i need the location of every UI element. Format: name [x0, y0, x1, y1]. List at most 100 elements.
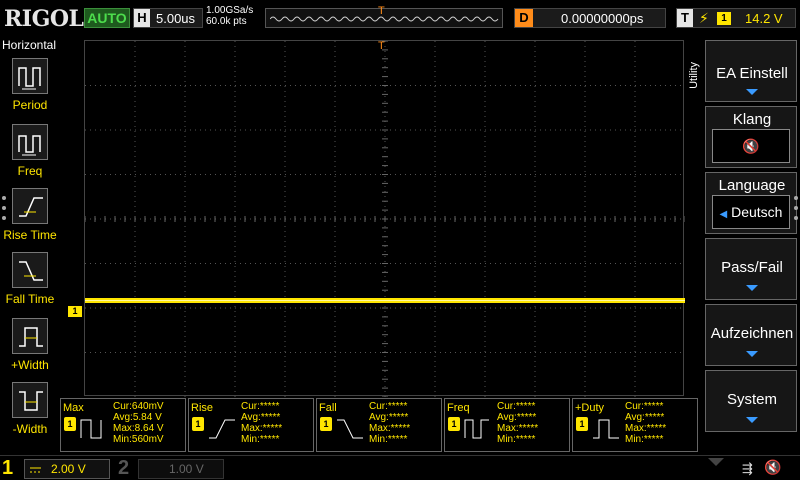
brand-logo: RIGOL	[4, 6, 84, 32]
freq-icon	[12, 124, 48, 160]
rise-time-icon	[12, 188, 48, 224]
measurement-values: Cur:***** Avg:***** Max:***** Min:*****	[625, 401, 666, 445]
menu-item-pos-width[interactable]: +Width	[0, 318, 60, 380]
mute-icon: 🔇	[764, 459, 782, 475]
measurement-name: Max	[63, 402, 84, 414]
channel-badge: 1	[320, 417, 332, 431]
menu-item-period[interactable]: Period	[0, 58, 60, 120]
utility-tab: Utility	[688, 62, 700, 89]
mute-icon: 🔇	[712, 129, 790, 163]
language-value: ◀ Deutsch	[712, 195, 790, 229]
measurement-pos-duty[interactable]: +Duty 1 Cur:***** Avg:***** Max:***** Mi…	[572, 398, 698, 452]
timebase-indicator[interactable]: H 5.00us	[133, 8, 203, 28]
trigger-position-marker-top[interactable]: T	[378, 40, 385, 52]
menu-item-fall-time[interactable]: Fall Time	[0, 252, 60, 314]
measurement-name: Fall	[319, 402, 337, 414]
value-min: Min:*****	[497, 434, 536, 445]
value-min: Min:*****	[625, 434, 664, 445]
timebase-value: 5.00us	[156, 11, 196, 26]
measurement-rise[interactable]: Rise 1 Cur:***** Avg:***** Max:***** Min…	[188, 398, 314, 452]
value-max: Max:*****	[241, 423, 283, 434]
usb-icon: ⇶	[742, 461, 753, 476]
chevron-down-icon	[746, 351, 758, 357]
measurement-values: Cur:***** Avg:***** Max:***** Min:*****	[497, 401, 538, 445]
menu-label: Freq	[17, 164, 43, 178]
value-min: Min:*****	[241, 434, 280, 445]
memory-waveform-icon	[270, 16, 499, 22]
measurement-max[interactable]: Max 1 Cur:640mV Avg:5.84 V Max:8.64 V Mi…	[60, 398, 186, 452]
value-min: Min:560mV	[113, 434, 164, 445]
period-icon	[12, 58, 48, 94]
channel-2-number[interactable]: 2	[118, 457, 129, 480]
button-label: Aufzeichnen	[710, 325, 794, 342]
button-label: Klang	[732, 111, 772, 128]
channel-1-number[interactable]: 1	[2, 457, 13, 480]
button-label: Language	[718, 177, 786, 194]
value-cur: Cur:*****	[497, 401, 536, 412]
utility-menu: EA Einstell Klang 🔇 Language ◀ Deutsch P…	[700, 38, 800, 453]
value-max: Max:*****	[369, 423, 411, 434]
menu-item-neg-width[interactable]: -Width	[0, 382, 60, 444]
dc-coupling-icon	[30, 467, 41, 473]
system-button[interactable]: System	[705, 370, 797, 432]
max-icon	[80, 419, 102, 439]
chevron-down-icon	[746, 89, 758, 95]
channel-1-offset-marker[interactable]: 1	[68, 306, 82, 317]
menu-label: -Width	[12, 422, 48, 436]
measure-menu: Horizontal Period Freq Rise Time Fall Ti…	[0, 38, 60, 453]
value-avg: Avg:5.84 V	[113, 412, 162, 423]
delay-value: 0.00000000ps	[561, 11, 644, 26]
channel-badge: 1	[192, 417, 204, 431]
pos-width-icon	[12, 318, 48, 354]
chevron-down-icon	[746, 417, 758, 423]
measurement-freq[interactable]: Freq 1 Cur:***** Avg:***** Max:***** Min…	[444, 398, 570, 452]
value-avg: Avg:*****	[241, 412, 281, 423]
sample-rate: 1.00GSa/s	[206, 5, 254, 16]
rise-time-icon	[209, 419, 235, 439]
channel-2-scale-value: 1.00 V	[169, 462, 204, 476]
menu-label: +Width	[11, 358, 49, 372]
duty-cycle-icon	[593, 419, 619, 439]
menu-item-freq[interactable]: Freq	[0, 124, 60, 186]
channel-badge: 1	[576, 417, 588, 431]
menu-item-rise-time[interactable]: Rise Time	[0, 188, 60, 250]
menu-title: Horizontal	[2, 38, 57, 52]
fall-time-icon	[337, 419, 363, 439]
signal-indicator-icon	[708, 458, 724, 466]
language-selected: Deutsch	[731, 204, 783, 220]
channel-2-scale[interactable]: 1.00 V	[138, 459, 224, 479]
horizontal-label: H	[134, 9, 150, 27]
value-min: Min:*****	[369, 434, 408, 445]
measurement-values: Cur:***** Avg:***** Max:***** Min:*****	[241, 401, 282, 445]
language-button[interactable]: Language ◀ Deutsch	[705, 172, 797, 234]
klang-button[interactable]: Klang 🔇	[705, 106, 797, 168]
value-cur: Cur:*****	[625, 401, 664, 412]
button-label: Pass/Fail	[721, 259, 783, 276]
chevron-left-icon: ◀	[719, 209, 728, 220]
delay-label: D	[515, 9, 533, 27]
channel-1-scale-value: 2.00 V	[51, 462, 86, 476]
pass-fail-button[interactable]: Pass/Fail	[705, 238, 797, 300]
trigger-indicator[interactable]: T ⚡ 1 14.2 V	[676, 8, 796, 28]
delay-indicator[interactable]: D 0.00000000ps	[514, 8, 666, 28]
graticule	[85, 41, 685, 397]
menu-label: Rise Time	[3, 228, 57, 242]
measurement-fall[interactable]: Fall 1 Cur:***** Avg:***** Max:***** Min…	[316, 398, 442, 452]
ea-einstell-button[interactable]: EA Einstell	[705, 40, 797, 102]
aufzeichnen-button[interactable]: Aufzeichnen	[705, 304, 797, 366]
value-max: Max:8.64 V	[113, 423, 164, 434]
value-cur: Cur:640mV	[113, 401, 164, 412]
run-state-badge[interactable]: AUTO	[84, 8, 130, 28]
neg-width-icon	[12, 382, 48, 418]
chevron-down-icon	[746, 285, 758, 291]
trigger-label: T	[677, 9, 693, 27]
trigger-level: 14.2 V	[745, 11, 783, 26]
value-max: Max:*****	[625, 423, 667, 434]
fall-time-icon	[12, 252, 48, 288]
channel-1-scale[interactable]: 2.00 V	[24, 459, 110, 479]
waveform-display[interactable]	[84, 40, 685, 397]
sample-info: 1.00GSa/s 60.0k pts	[206, 5, 264, 27]
trigger-source-badge: 1	[717, 12, 731, 25]
memory-depth: 60.0k pts	[206, 16, 247, 27]
value-max: Max:*****	[497, 423, 539, 434]
